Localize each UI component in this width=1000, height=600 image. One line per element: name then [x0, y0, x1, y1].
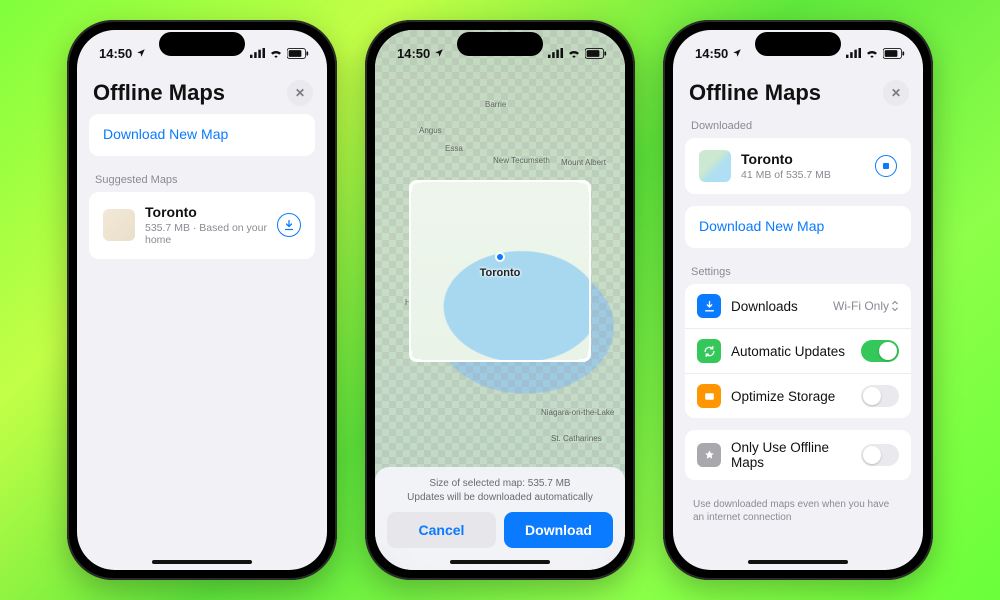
phone-frame-1: 14:50 Offline Maps ✕ Download New Map Su…: [67, 20, 337, 580]
dynamic-island: [159, 32, 245, 56]
close-button[interactable]: ✕: [883, 80, 909, 106]
home-indicator[interactable]: [152, 560, 252, 564]
place-label: Niagara-on-the-Lake: [541, 408, 614, 417]
updown-chevron-icon: [891, 300, 899, 312]
settings-label: Automatic Updates: [731, 344, 851, 359]
battery-icon: [287, 48, 309, 59]
settings-label: Only Use Offline Maps: [731, 440, 851, 470]
wifi-icon: [567, 48, 581, 58]
sheet-info-text: Size of selected map: 535.7 MB Updates w…: [387, 477, 613, 504]
close-icon: ✕: [295, 86, 305, 100]
home-indicator[interactable]: [748, 560, 848, 564]
screen-offline-maps-settings: 14:50 Offline Maps ✕ Downloaded Toronto …: [673, 30, 923, 570]
location-icon: [434, 48, 444, 58]
toggle-only-offline[interactable]: [861, 444, 899, 466]
settings-row-optimize-storage: Optimize Storage: [685, 374, 911, 418]
download-new-map-label: Download New Map: [699, 218, 824, 234]
settings-row-auto-updates: Automatic Updates: [685, 329, 911, 374]
download-new-map-label: Download New Map: [103, 126, 228, 142]
status-time: 14:50: [397, 46, 430, 61]
wifi-icon: [269, 48, 283, 58]
settings-label: Downloads: [731, 299, 823, 314]
screen-offline-maps-start: 14:50 Offline Maps ✕ Download New Map Su…: [77, 30, 327, 570]
selection-box[interactable]: Toronto: [409, 180, 591, 362]
section-settings: Settings: [685, 260, 911, 284]
place-label: Mount Albert: [561, 158, 606, 167]
sheet-header: Offline Maps ✕: [673, 76, 923, 114]
suggested-map-row[interactable]: Toronto 535.7 MB · Based on your home: [89, 192, 315, 259]
status-time: 14:50: [695, 46, 728, 61]
download-new-map-button[interactable]: Download New Map: [685, 206, 911, 248]
place-label: New Tecumseth: [493, 156, 550, 165]
section-suggested-maps: Suggested Maps: [89, 168, 315, 192]
place-label: Barrie: [485, 100, 506, 109]
download-button[interactable]: Download: [504, 512, 613, 548]
user-location-pin: [495, 252, 505, 262]
download-sheet: Size of selected map: 535.7 MB Updates w…: [375, 467, 625, 570]
dynamic-island: [755, 32, 841, 56]
close-button[interactable]: ✕: [287, 80, 313, 106]
location-icon: [732, 48, 742, 58]
refresh-icon: [697, 339, 721, 363]
phone-frame-3: 14:50 Offline Maps ✕ Downloaded Toronto …: [663, 20, 933, 580]
settings-value: Wi-Fi Only: [833, 299, 899, 313]
map-thumbnail: [103, 209, 135, 241]
download-icon-button[interactable]: [277, 213, 301, 237]
close-icon: ✕: [891, 86, 901, 100]
downloaded-map-row[interactable]: Toronto 41 MB of 535.7 MB: [685, 138, 911, 194]
suggested-map-sub: 535.7 MB · Based on your home: [145, 222, 267, 247]
phone-frame-2: Barrie Angus Essa New Tecumseth Mount Al…: [365, 20, 635, 580]
cellular-icon: [250, 48, 265, 58]
place-label: St. Catharines: [551, 434, 602, 443]
settings-row-downloads[interactable]: Downloads Wi-Fi Only: [685, 284, 911, 329]
downloads-icon: [697, 294, 721, 318]
battery-icon: [585, 48, 607, 59]
downloaded-map-name: Toronto: [741, 151, 865, 168]
page-title: Offline Maps: [93, 80, 225, 106]
map-thumbnail: [699, 150, 731, 182]
location-icon: [136, 48, 146, 58]
download-new-map-button[interactable]: Download New Map: [89, 114, 315, 156]
battery-icon: [883, 48, 905, 59]
cellular-icon: [846, 48, 861, 58]
offline-icon: [697, 443, 721, 467]
settings-label: Optimize Storage: [731, 389, 851, 404]
section-downloaded: Downloaded: [685, 114, 911, 138]
downloaded-map-progress: 41 MB of 535.7 MB: [741, 169, 865, 182]
place-label: Essa: [445, 144, 463, 153]
suggested-map-name: Toronto: [145, 204, 267, 221]
cancel-button[interactable]: Cancel: [387, 512, 496, 548]
settings-row-only-offline: Only Use Offline Maps: [685, 430, 911, 480]
resize-handle-tl[interactable]: [409, 180, 421, 192]
page-title: Offline Maps: [689, 80, 821, 106]
status-time: 14:50: [99, 46, 132, 61]
toggle-optimize-storage[interactable]: [861, 385, 899, 407]
screen-map-selection: Barrie Angus Essa New Tecumseth Mount Al…: [375, 30, 625, 570]
storage-icon: [697, 384, 721, 408]
cellular-icon: [548, 48, 563, 58]
toggle-auto-updates[interactable]: [861, 340, 899, 362]
wifi-icon: [865, 48, 879, 58]
dynamic-island: [457, 32, 543, 56]
stop-download-button[interactable]: [875, 155, 897, 177]
home-indicator[interactable]: [450, 560, 550, 564]
sheet-header: Offline Maps ✕: [77, 76, 327, 114]
place-label: Angus: [419, 126, 442, 135]
settings-hint: Use downloaded maps even when you have a…: [685, 492, 911, 524]
selection-city-label: Toronto: [480, 267, 521, 279]
download-arrow-icon: [283, 219, 295, 231]
